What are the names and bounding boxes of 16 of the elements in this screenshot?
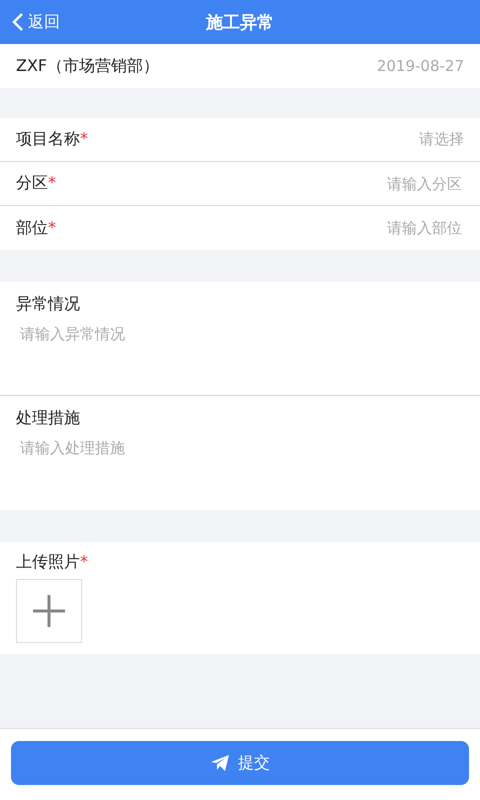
select-field[interactable]: 请选择 bbox=[419, 130, 464, 149]
page-title: 施工异常 bbox=[204, 12, 275, 34]
date-text: 2019-08-27 bbox=[376, 57, 464, 75]
back-button[interactable]: 返回 bbox=[0, 12, 100, 32]
field-label: 分区* bbox=[16, 173, 56, 194]
user-name: ZXF（市场营销部） bbox=[16, 56, 160, 76]
field-label: 上传照片* bbox=[16, 552, 89, 573]
field-label: 项目名称* bbox=[16, 129, 88, 150]
field-label: 部位* bbox=[16, 218, 56, 238]
chevron-left-icon bbox=[12, 12, 24, 32]
submit-button[interactable]: 提交 bbox=[11, 741, 469, 785]
plus-icon bbox=[32, 594, 66, 628]
field-label: 处理措施 bbox=[16, 408, 81, 429]
field-label: 异常情况 bbox=[16, 294, 81, 315]
paper-plane-icon bbox=[210, 754, 230, 772]
add-photo-button[interactable] bbox=[16, 579, 82, 643]
